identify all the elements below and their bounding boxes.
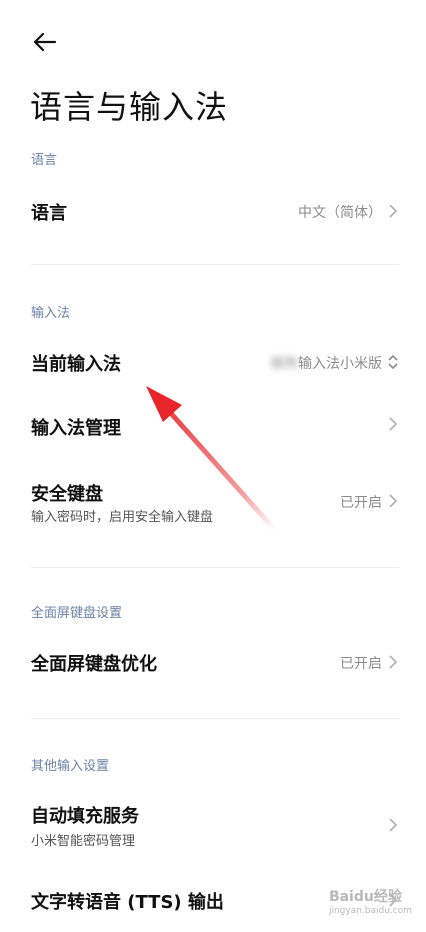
- watermark-main: Baidu经验: [328, 889, 402, 905]
- baidu-watermark: Baidu经验 jingyan.baidu.com: [329, 886, 412, 916]
- red-annotation-arrow: [146, 386, 278, 533]
- watermark-sub: jingyan.baidu.com: [328, 906, 412, 916]
